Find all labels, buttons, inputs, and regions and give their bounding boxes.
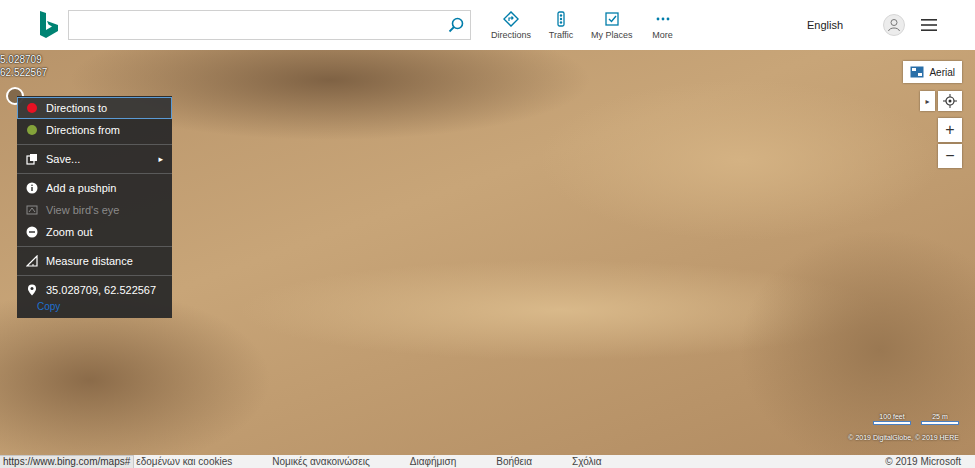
menu-item-icon-box (26, 255, 38, 267)
menu-item[interactable]: Directions to (17, 97, 172, 119)
menu-icon[interactable] (921, 18, 937, 32)
dot-icon (27, 125, 37, 135)
menu-item-icon-box (26, 204, 38, 216)
context-menu: Directions to Directions from Save... ▸ Add … (17, 96, 172, 318)
coordinate-entry[interactable]: 35.028709, 62.522567 Copy (17, 279, 172, 312)
menu-item-label[interactable]: Add a pushpin (46, 182, 163, 194)
nav-item[interactable]: More (643, 11, 683, 40)
footer-link[interactable]: εδομένων και cookies (136, 455, 232, 468)
scale-label: 25 m (932, 413, 948, 420)
attribution: © 2019 DigitalGlobe, © 2019 HERE (848, 434, 959, 441)
menu-item[interactable]: Directions from (17, 119, 172, 141)
scale-line (921, 421, 959, 425)
menu-item-icon-box (26, 102, 38, 114)
coordinate: 5.028709 (0, 53, 47, 66)
menu-separator (17, 275, 172, 276)
nav-item[interactable]: My Places (589, 11, 635, 40)
places-icon[interactable] (604, 11, 620, 27)
scale-segment: 100 feet (873, 413, 911, 425)
expand-button[interactable]: ▸ (920, 91, 935, 111)
map-type-label[interactable]: Aerial (929, 67, 955, 78)
menu-item-label[interactable]: Directions to (46, 102, 163, 114)
menu-item-label[interactable]: Zoom out (46, 226, 163, 238)
menu-separator (17, 246, 172, 247)
status-url: https://www.bing.com/maps# (0, 455, 134, 468)
directions-icon[interactable] (503, 11, 519, 27)
scale-segment: 25 m (921, 413, 959, 425)
menu-item-icon-box (26, 226, 38, 238)
zoom-out-button[interactable]: − (938, 144, 962, 168)
traffic-icon[interactable] (553, 11, 569, 27)
footer-link[interactable]: Βοήθεια (496, 455, 532, 468)
search-box[interactable] (68, 10, 471, 40)
menu-item[interactable]: Zoom out (17, 221, 172, 243)
nav-label[interactable]: Traffic (549, 30, 574, 40)
top-bar: Directions Traffic My Places More English (0, 0, 975, 50)
scale-bar: 100 feet 25 m (873, 413, 959, 425)
menu-item[interactable]: 35.028709, 62.522567 (17, 279, 172, 301)
menu-item[interactable]: Save... ▸ (17, 148, 172, 170)
menu-item-icon-box (26, 124, 38, 136)
nav-item[interactable]: Traffic (541, 11, 581, 40)
birdseye-icon (26, 204, 38, 216)
language-link[interactable]: English (807, 19, 843, 31)
aerial-map[interactable]: 5.02870962.522567Directions toDirections… (0, 50, 975, 455)
scale-line (873, 421, 911, 425)
map-layers-icon[interactable] (910, 66, 924, 78)
coordinates-readout: 5.02870962.522567 (0, 53, 47, 79)
menu-item-icon-box (26, 284, 38, 296)
user-icon[interactable] (883, 14, 905, 36)
bing-logo-icon[interactable] (38, 10, 60, 40)
submenu-arrow: ▸ (158, 154, 163, 164)
coordinate: 62.522567 (0, 66, 47, 79)
footer-link[interactable]: Σχόλια (572, 455, 602, 468)
nav-item[interactable]: Directions (489, 11, 533, 40)
footer-link[interactable]: Διαφήμιση (410, 455, 456, 468)
ruler-icon (26, 255, 38, 267)
minus-icon (26, 226, 38, 238)
copyright: © 2019 Microsoft (885, 455, 961, 468)
coords-icon (26, 284, 38, 296)
menu-item[interactable]: Measure distance (17, 250, 172, 272)
menu-item: View bird's eye (17, 199, 172, 221)
menu-item-icon-box (26, 182, 38, 194)
copy-link[interactable]: Copy (17, 301, 172, 312)
search-input[interactable] (75, 17, 448, 34)
menu-item-label[interactable]: 35.028709, 62.522567 (46, 284, 163, 296)
dot-icon (27, 103, 37, 113)
menu-item-icon-box (26, 153, 38, 165)
locate-icon[interactable] (943, 94, 957, 108)
nav-label[interactable]: Directions (491, 30, 531, 40)
menu-item-label[interactable]: Save... (46, 153, 152, 165)
menu-item-label[interactable]: Measure distance (46, 255, 163, 267)
menu-item-label[interactable]: Directions from (46, 124, 163, 136)
menu-item[interactable]: Add a pushpin (17, 177, 172, 199)
footer: https://www.bing.com/maps#εδομένων και c… (0, 455, 975, 468)
submenu-icon (26, 153, 38, 165)
menu-separator (17, 173, 172, 174)
more-icon[interactable] (655, 11, 671, 27)
menu-separator (17, 144, 172, 145)
locate-button[interactable] (938, 91, 962, 111)
scale-label: 100 feet (879, 413, 904, 420)
nav-label[interactable]: More (652, 30, 673, 40)
map-type-button[interactable]: Aerial (903, 61, 962, 83)
zoom-in-button[interactable]: + (938, 118, 962, 142)
menu-item-label: View bird's eye (46, 204, 163, 216)
footer-link[interactable]: Νομικές ανακοινώσεις (272, 455, 370, 468)
nav-bar: Directions Traffic My Places More (489, 11, 683, 40)
nav-label[interactable]: My Places (591, 30, 633, 40)
search-icon[interactable] (448, 17, 464, 33)
info-icon (26, 182, 38, 194)
